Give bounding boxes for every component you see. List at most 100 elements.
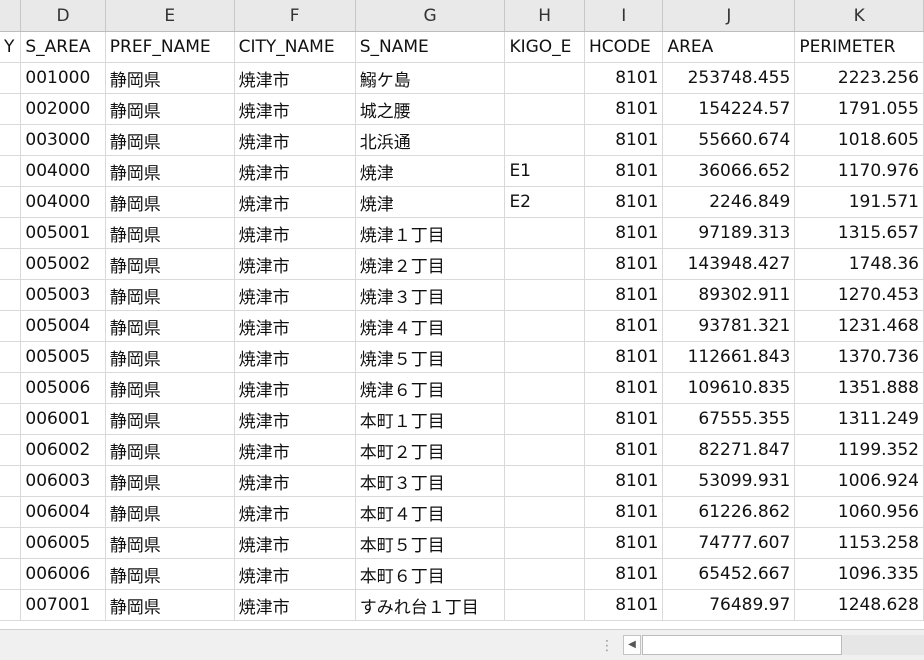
- table-cell[interactable]: [0, 93, 22, 125]
- table-cell[interactable]: 静岡県: [105, 310, 235, 342]
- table-cell[interactable]: 静岡県: [105, 372, 235, 404]
- field-name-cell-hcode[interactable]: HCODE: [584, 31, 664, 63]
- table-cell[interactable]: 8101: [584, 434, 664, 466]
- table-cell[interactable]: 1018.605: [794, 124, 924, 156]
- column-header-d[interactable]: D: [20, 0, 106, 32]
- table-cell[interactable]: 焼津５丁目: [355, 341, 506, 373]
- table-cell[interactable]: 焼津市: [234, 341, 356, 373]
- table-cell[interactable]: [504, 403, 585, 435]
- table-cell[interactable]: 静岡県: [105, 186, 235, 218]
- table-cell[interactable]: [0, 62, 22, 94]
- horizontal-scroll-thumb[interactable]: [642, 635, 842, 655]
- table-cell[interactable]: [0, 558, 22, 590]
- table-cell[interactable]: 焼津市: [234, 403, 356, 435]
- field-name-cell-s-area[interactable]: S_AREA: [20, 31, 106, 63]
- table-cell[interactable]: 143948.427: [662, 248, 796, 280]
- table-cell[interactable]: 007001: [20, 589, 106, 621]
- table-cell[interactable]: 8101: [584, 217, 664, 249]
- table-cell[interactable]: 焼津市: [234, 465, 356, 497]
- table-cell[interactable]: 74777.607: [662, 527, 796, 559]
- table-cell[interactable]: 76489.97: [662, 589, 796, 621]
- table-cell[interactable]: 焼津市: [234, 248, 356, 280]
- table-cell[interactable]: 97189.313: [662, 217, 796, 249]
- table-cell[interactable]: 005005: [20, 341, 106, 373]
- table-cell[interactable]: 8101: [584, 589, 664, 621]
- column-header-e[interactable]: E: [105, 0, 235, 32]
- table-cell[interactable]: [0, 217, 22, 249]
- column-header-i[interactable]: I: [584, 0, 664, 32]
- table-cell[interactable]: 焼津市: [234, 124, 356, 156]
- table-cell[interactable]: 焼津市: [234, 93, 356, 125]
- table-cell[interactable]: 焼津市: [234, 589, 356, 621]
- table-cell[interactable]: 本町１丁目: [355, 403, 506, 435]
- table-cell[interactable]: 静岡県: [105, 217, 235, 249]
- table-cell[interactable]: [504, 372, 585, 404]
- table-cell[interactable]: [0, 372, 22, 404]
- table-cell[interactable]: 82271.847: [662, 434, 796, 466]
- table-cell[interactable]: [0, 403, 22, 435]
- table-cell[interactable]: 002000: [20, 93, 106, 125]
- table-cell[interactable]: 253748.455: [662, 62, 796, 94]
- table-cell[interactable]: 8101: [584, 341, 664, 373]
- table-cell[interactable]: [504, 248, 585, 280]
- table-cell[interactable]: E1: [504, 155, 585, 187]
- table-cell[interactable]: [504, 434, 585, 466]
- table-cell[interactable]: 53099.931: [662, 465, 796, 497]
- table-cell[interactable]: 006004: [20, 496, 106, 528]
- horizontal-scroll-track[interactable]: [642, 635, 924, 655]
- scroll-left-arrow-icon[interactable]: ◀: [623, 635, 641, 655]
- table-cell[interactable]: 焼津２丁目: [355, 248, 506, 280]
- table-cell[interactable]: 静岡県: [105, 341, 235, 373]
- table-cell[interactable]: 静岡県: [105, 403, 235, 435]
- table-cell[interactable]: 1315.657: [794, 217, 924, 249]
- table-cell[interactable]: 001000: [20, 62, 106, 94]
- table-cell[interactable]: 006003: [20, 465, 106, 497]
- field-name-cell-pref-name[interactable]: PREF_NAME: [105, 31, 235, 63]
- column-header-h[interactable]: H: [504, 0, 585, 32]
- table-cell[interactable]: [0, 310, 22, 342]
- table-cell[interactable]: 1311.249: [794, 403, 924, 435]
- table-cell[interactable]: 本町２丁目: [355, 434, 506, 466]
- table-cell[interactable]: [504, 124, 585, 156]
- field-name-cell-area[interactable]: AREA: [662, 31, 796, 63]
- table-cell[interactable]: 焼津市: [234, 217, 356, 249]
- field-name-cell-perimeter[interactable]: PERIMETER: [794, 31, 924, 63]
- table-cell[interactable]: 65452.667: [662, 558, 796, 590]
- table-cell[interactable]: 89302.911: [662, 279, 796, 311]
- table-cell[interactable]: 焼津市: [234, 496, 356, 528]
- table-cell[interactable]: 本町４丁目: [355, 496, 506, 528]
- table-cell[interactable]: [504, 310, 585, 342]
- table-cell[interactable]: 静岡県: [105, 279, 235, 311]
- table-cell[interactable]: 焼津４丁目: [355, 310, 506, 342]
- table-cell[interactable]: [504, 465, 585, 497]
- table-cell[interactable]: 静岡県: [105, 62, 235, 94]
- table-cell[interactable]: 8101: [584, 496, 664, 528]
- table-cell[interactable]: 静岡県: [105, 248, 235, 280]
- table-cell[interactable]: 005006: [20, 372, 106, 404]
- table-cell[interactable]: 1006.924: [794, 465, 924, 497]
- table-cell[interactable]: 1748.36: [794, 248, 924, 280]
- table-cell[interactable]: 静岡県: [105, 558, 235, 590]
- table-cell[interactable]: 8101: [584, 62, 664, 94]
- table-cell[interactable]: 1153.258: [794, 527, 924, 559]
- table-cell[interactable]: 93781.321: [662, 310, 796, 342]
- table-cell[interactable]: 55660.674: [662, 124, 796, 156]
- table-cell[interactable]: [0, 124, 22, 156]
- table-cell[interactable]: 2246.849: [662, 186, 796, 218]
- table-cell[interactable]: 静岡県: [105, 496, 235, 528]
- column-header-j[interactable]: J: [662, 0, 796, 32]
- table-cell[interactable]: 005003: [20, 279, 106, 311]
- table-cell[interactable]: 焼津市: [234, 558, 356, 590]
- table-cell[interactable]: 006005: [20, 527, 106, 559]
- table-cell[interactable]: [0, 155, 22, 187]
- table-cell[interactable]: 8101: [584, 310, 664, 342]
- table-cell[interactable]: 8101: [584, 124, 664, 156]
- table-cell[interactable]: すみれ台１丁目: [355, 589, 506, 621]
- table-cell[interactable]: 焼津市: [234, 279, 356, 311]
- table-cell[interactable]: [0, 279, 22, 311]
- table-cell[interactable]: 8101: [584, 155, 664, 187]
- table-cell[interactable]: [504, 217, 585, 249]
- table-cell[interactable]: 61226.862: [662, 496, 796, 528]
- table-cell[interactable]: 1351.888: [794, 372, 924, 404]
- table-cell[interactable]: 焼津: [355, 186, 506, 218]
